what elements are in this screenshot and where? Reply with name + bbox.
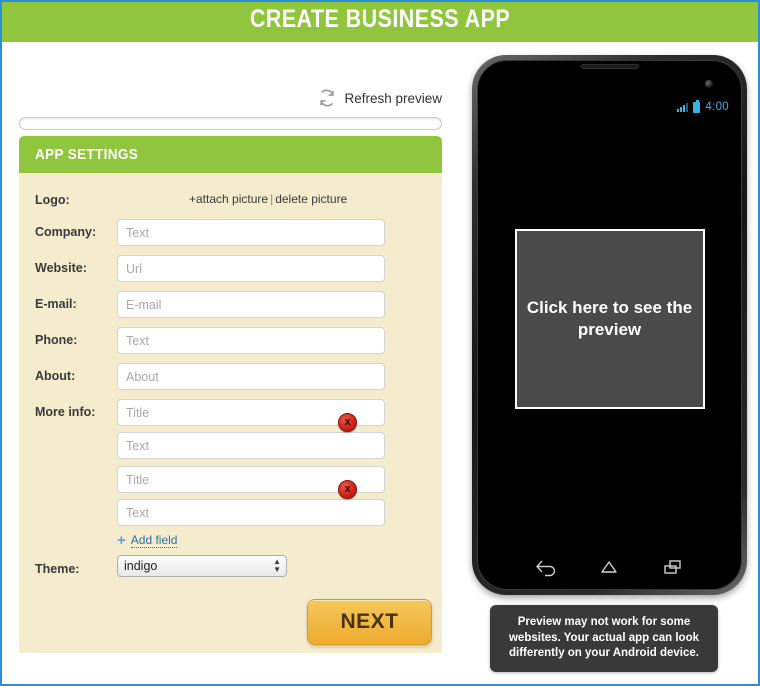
field-row-logo: Logo: +attach picture | delete picture (35, 187, 426, 207)
field-row-more-info-2: x (35, 466, 426, 526)
label-email: E-mail: (35, 297, 77, 311)
attach-picture-link[interactable]: +attach picture (189, 192, 268, 206)
preview-disclaimer-tooltip: Preview may not work for some websites. … (490, 605, 718, 672)
field-row-theme: Theme: indigo ▲ ▼ (35, 555, 426, 577)
android-status-bar: 4:00 (677, 99, 729, 113)
phone-camera-icon (705, 80, 713, 88)
android-nav-bar (478, 547, 741, 587)
plus-icon: + (117, 532, 126, 549)
label-phone: Phone: (35, 333, 78, 347)
phone-body: 4:00 Click here to see the preview (477, 60, 742, 590)
refresh-preview-label: Refresh preview (344, 90, 442, 106)
field-row-phone: Phone: (35, 327, 426, 354)
phone-mockup: 4:00 Click here to see the preview (472, 55, 747, 595)
refresh-icon (320, 89, 335, 107)
add-field-link[interactable]: Add field (130, 533, 178, 548)
label-theme: Theme: (35, 562, 80, 576)
label-website: Website: (35, 261, 87, 275)
company-input[interactable] (117, 219, 385, 246)
preview-column: 4:00 Click here to see the preview Previ… (457, 42, 758, 684)
label-company: Company: (35, 225, 97, 239)
app-settings-title: APP SETTINGS (35, 146, 139, 163)
delete-more-info-button-2[interactable]: x (338, 480, 357, 499)
field-row-about: About: (35, 363, 426, 390)
label-more-info: More info: (35, 405, 96, 419)
delete-picture-link[interactable]: delete picture (275, 192, 347, 206)
field-row-more-info-1: More info: x (35, 399, 426, 459)
page-banner: CREATE BUSINESS APP (2, 0, 758, 42)
field-row-website: Website: (35, 255, 426, 282)
field-row-email: E-mail: (35, 291, 426, 318)
label-logo: Logo: (35, 193, 70, 207)
close-icon: x (344, 416, 351, 428)
email-input[interactable] (117, 291, 385, 318)
recents-icon[interactable] (658, 556, 688, 578)
signal-bars-icon (677, 102, 689, 112)
theme-select[interactable]: indigo (117, 555, 287, 577)
next-button[interactable]: NEXT (307, 599, 432, 645)
delete-more-info-button-1[interactable]: x (338, 413, 357, 432)
add-field-row: + Add field (35, 533, 426, 548)
field-row-company: Company: (35, 219, 426, 246)
label-more-info-2 (35, 466, 117, 472)
status-bar-clock: 4:00 (705, 101, 729, 113)
battery-icon (693, 99, 701, 113)
website-input[interactable] (117, 255, 385, 282)
phone-screen: 4:00 Click here to see the preview (484, 99, 735, 551)
close-icon: x (344, 483, 351, 495)
refresh-preview-button[interactable]: Refresh preview (317, 88, 442, 108)
progress-bar (19, 117, 442, 130)
more-info-text-input-2[interactable] (117, 499, 385, 526)
phone-speaker (580, 64, 639, 69)
phone-input[interactable] (117, 327, 385, 354)
theme-select-wrapper: indigo ▲ ▼ (117, 555, 287, 577)
app-settings-header: APP SETTINGS (19, 136, 442, 173)
home-icon[interactable] (594, 556, 624, 578)
app-page: CREATE BUSINESS APP Refresh preview APP … (0, 0, 760, 686)
app-settings-panel: APP SETTINGS Logo: +attach picture | delet… (19, 136, 442, 653)
preview-placeholder-button[interactable]: Click here to see the preview (514, 229, 705, 409)
logo-actions: +attach picture | delete picture (117, 187, 426, 206)
app-settings-body: Logo: +attach picture | delete picture Com… (19, 173, 442, 653)
page-title: CREATE BUSINESS APP (249, 5, 511, 33)
more-info-text-input-1[interactable] (117, 432, 385, 459)
form-column: Refresh preview APP SETTINGS Logo: +atta… (2, 42, 457, 684)
about-input[interactable] (117, 363, 385, 390)
label-about: About: (35, 369, 76, 383)
back-icon[interactable] (531, 556, 561, 578)
